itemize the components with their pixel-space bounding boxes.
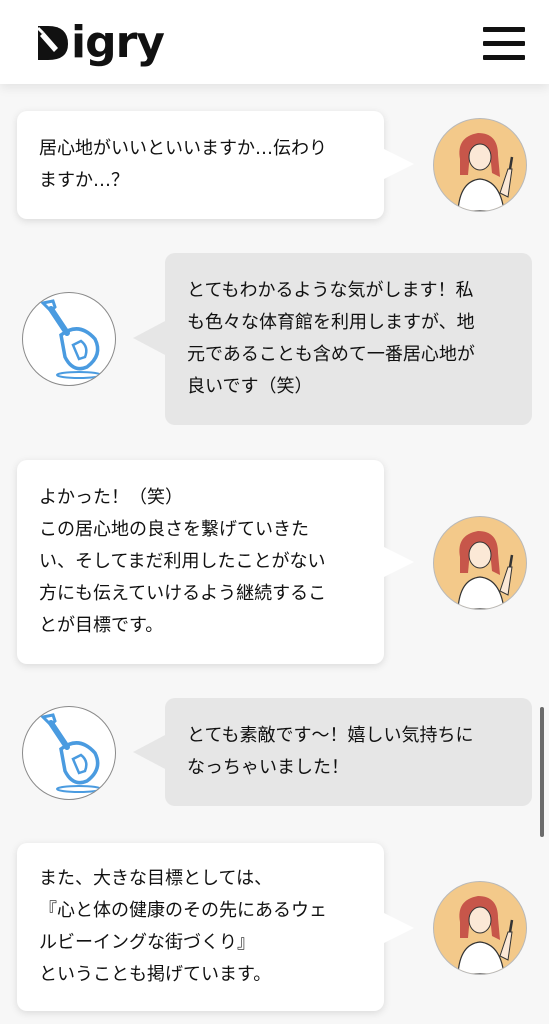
menu-bar	[483, 55, 525, 60]
woman-pointing-avatar	[433, 118, 527, 212]
woman-pointing-avatar	[433, 516, 527, 610]
woman-pointing-icon	[457, 133, 514, 211]
message-text: よかった！（笑） この居心地の良さを繋げていきた い、そしてまだ利用したことがな…	[39, 487, 327, 636]
woman-pointing-icon	[457, 896, 514, 974]
menu-bar	[483, 27, 525, 32]
menu-bar	[483, 41, 525, 46]
shovel-avatar	[22, 292, 116, 386]
message-text: とても素敵です〜！嬉しい気持ちに なっちゃいました！	[187, 725, 474, 778]
chat-bubble-interviewee: 居心地がいいといいますか…伝わり ますか…？	[17, 111, 384, 219]
chat-bubble-interviewee: よかった！（笑） この居心地の良さを繋げていきた い、そしてまだ利用したことがな…	[17, 460, 384, 664]
woman-pointing-icon	[457, 531, 514, 609]
shovel-icon	[39, 713, 102, 793]
bubble-tail	[133, 734, 167, 770]
message-text: とてもわかるような気がします！私 も色々な体育館を利用しますが、地 元であること…	[187, 280, 475, 397]
woman-pointing-avatar	[433, 881, 527, 975]
logo-text: igry	[71, 16, 165, 68]
shovel-d-logo-icon	[36, 26, 68, 60]
chat-bubble-interviewer: とても素敵です〜！嬉しい気持ちに なっちゃいました！	[165, 698, 532, 806]
bubble-tail	[133, 320, 167, 356]
hamburger-menu-icon[interactable]	[483, 27, 525, 61]
digry-logo[interactable]: igry	[34, 14, 165, 70]
chat-bubble-interviewer: とてもわかるような気がします！私 も色々な体育館を利用しますが、地 元であること…	[165, 253, 532, 425]
bubble-tail	[382, 912, 414, 944]
bubble-tail	[382, 148, 414, 180]
message-text: 居心地がいいといいますか…伝わり ますか…？	[39, 138, 327, 191]
chat-bubble-interviewee: また、大きな目標としては、 『心と体の健康のその先にあるウェ ルビーイングな街づ…	[17, 843, 384, 1011]
site-header: igry	[0, 0, 549, 84]
bubble-tail	[382, 546, 414, 578]
scrollbar-thumb[interactable]	[540, 707, 544, 837]
shovel-avatar	[22, 706, 116, 800]
shovel-icon	[39, 299, 102, 379]
message-text: また、大きな目標としては、 『心と体の健康のその先にあるウェ ルビーイングな街づ…	[39, 868, 327, 985]
